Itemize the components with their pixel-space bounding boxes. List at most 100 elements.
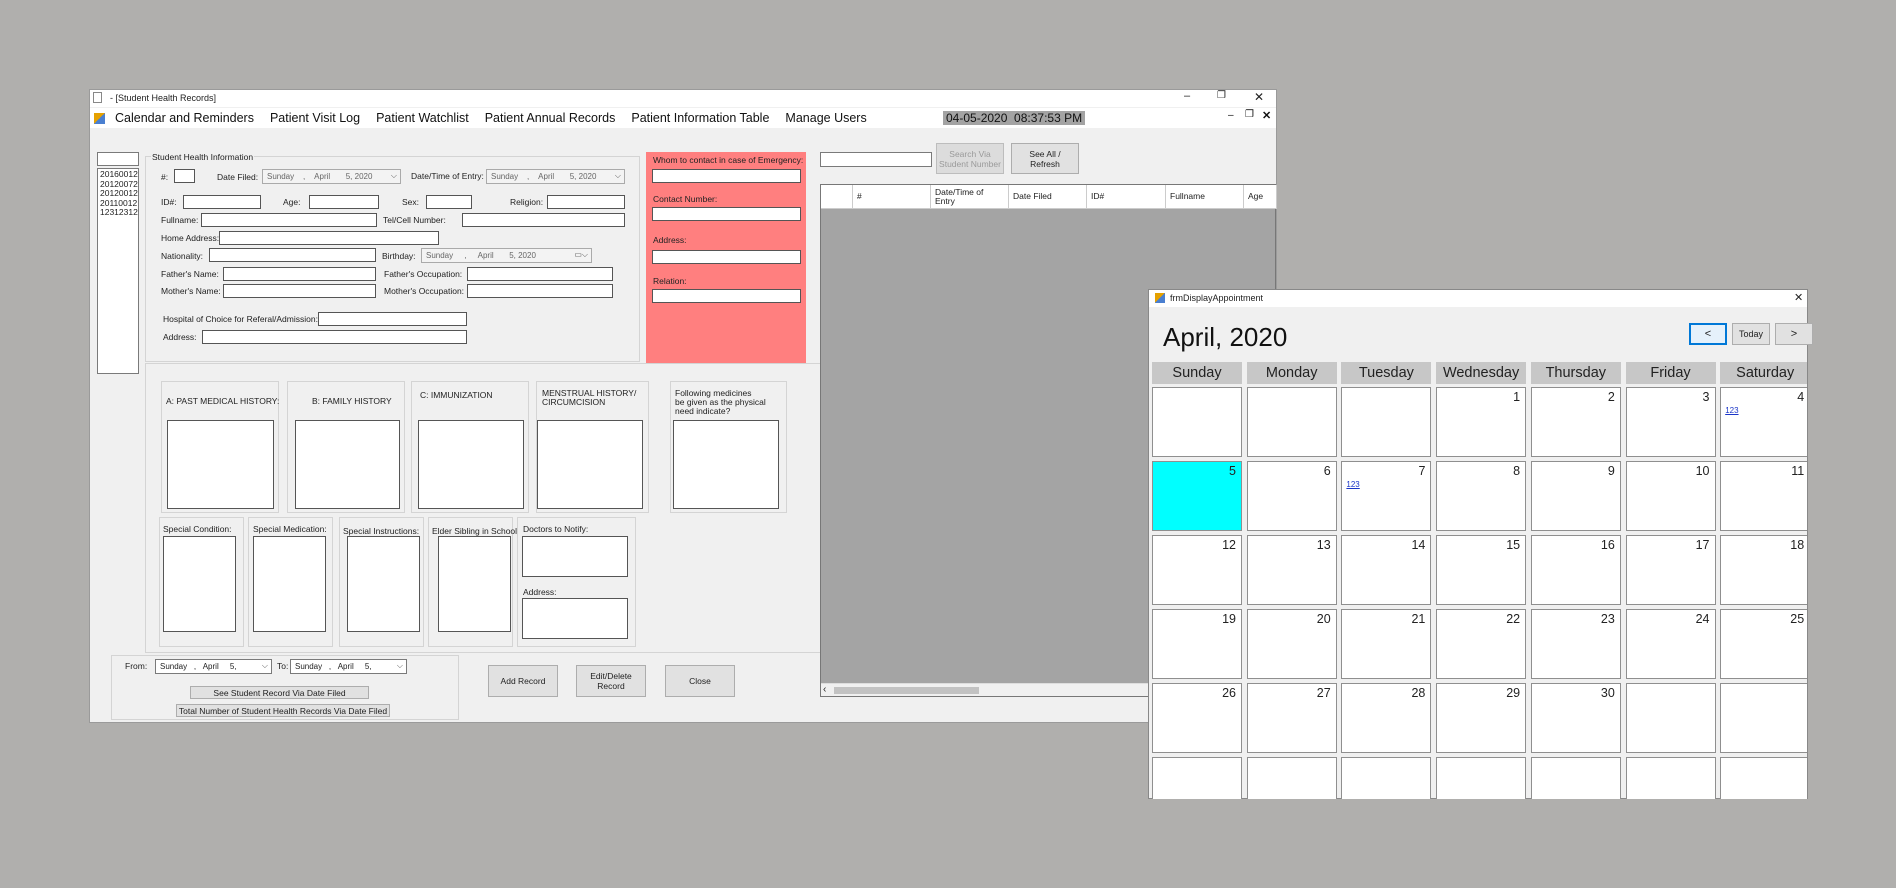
birthday-picker[interactable]: Sunday , April 5, 2020 ▭⌵ bbox=[421, 248, 592, 263]
mdi-restore-icon[interactable]: ❐ bbox=[1245, 109, 1254, 120]
column-header[interactable]: Age bbox=[1244, 185, 1277, 208]
entry-date-picker[interactable]: Sunday , April 5, 2020 ⌵ bbox=[486, 169, 625, 184]
hospital-address-field[interactable] bbox=[202, 330, 467, 344]
calendar-day-cell[interactable]: 14 bbox=[1341, 535, 1432, 605]
column-header[interactable]: Date Filed bbox=[1009, 185, 1087, 208]
calendar-day-cell[interactable]: 1 bbox=[1436, 387, 1527, 457]
appointment-link[interactable]: 123 bbox=[1346, 480, 1359, 489]
calendar-day-cell[interactable]: 11 bbox=[1720, 461, 1807, 531]
calendar-day-cell[interactable] bbox=[1341, 757, 1432, 799]
past-medical-field[interactable] bbox=[167, 420, 274, 509]
family-history-field[interactable] bbox=[295, 420, 400, 509]
calendar-day-cell[interactable]: 18 bbox=[1720, 535, 1807, 605]
menu-item-visit-log[interactable]: Patient Visit Log bbox=[270, 111, 360, 125]
column-header[interactable]: Fullname bbox=[1166, 185, 1244, 208]
calendar-day-cell[interactable]: 28 bbox=[1341, 683, 1432, 753]
calendar-day-cell[interactable]: 8 bbox=[1436, 461, 1527, 531]
calendar-day-cell[interactable]: 16 bbox=[1530, 535, 1621, 605]
to-date-picker[interactable]: Sunday , April 5, ⌵ bbox=[290, 659, 407, 674]
calendar-day-cell[interactable]: 15 bbox=[1436, 535, 1527, 605]
home-address-field[interactable] bbox=[219, 231, 439, 245]
scrollbar-thumb[interactable] bbox=[834, 687, 979, 694]
mother-occupation-field[interactable] bbox=[467, 284, 613, 298]
medicines-field[interactable] bbox=[673, 420, 779, 509]
calendar-day-cell[interactable]: 19 bbox=[1152, 609, 1242, 679]
calendar-day-cell[interactable] bbox=[1720, 757, 1807, 799]
calendar-day-cell[interactable] bbox=[1720, 683, 1807, 753]
immunization-field[interactable] bbox=[418, 420, 524, 509]
total-records-button[interactable]: Total Number of Student Health Records V… bbox=[176, 704, 390, 717]
calendar-day-cell[interactable]: 3 bbox=[1625, 387, 1716, 457]
father-occupation-field[interactable] bbox=[467, 267, 613, 281]
age-field[interactable] bbox=[309, 195, 379, 209]
special-condition-field[interactable] bbox=[163, 536, 236, 632]
calendar-day-cell[interactable]: 13 bbox=[1246, 535, 1337, 605]
calendar-day-cell[interactable]: 22 bbox=[1436, 609, 1527, 679]
calendar-day-cell[interactable] bbox=[1625, 757, 1716, 799]
calendar-day-cell[interactable]: 27 bbox=[1246, 683, 1337, 753]
id-field[interactable] bbox=[183, 195, 261, 209]
calendar-day-cell[interactable] bbox=[1246, 387, 1337, 457]
prev-month-button[interactable]: < bbox=[1689, 323, 1727, 345]
search-via-student-number-button[interactable]: Search Via Student Number bbox=[936, 143, 1004, 174]
emergency-contact-field[interactable] bbox=[652, 169, 801, 183]
calendar-day-cell[interactable]: 17 bbox=[1625, 535, 1716, 605]
mdi-close-icon[interactable]: ✕ bbox=[1262, 109, 1271, 122]
menu-item-watchlist[interactable]: Patient Watchlist bbox=[376, 111, 469, 125]
close-icon[interactable]: ✕ bbox=[1794, 291, 1803, 304]
sex-field[interactable] bbox=[426, 195, 472, 209]
restore-icon[interactable]: ❐ bbox=[1217, 90, 1226, 101]
relation-field[interactable] bbox=[652, 289, 801, 303]
close-icon[interactable]: ✕ bbox=[1254, 90, 1264, 104]
calendar-day-cell[interactable] bbox=[1152, 387, 1242, 457]
calendar-day-cell[interactable]: 30 bbox=[1530, 683, 1621, 753]
appointment-link[interactable]: 123 bbox=[1725, 406, 1738, 415]
calendar-day-cell[interactable]: 5 bbox=[1152, 461, 1242, 531]
scroll-left-icon[interactable]: ‹ bbox=[823, 684, 826, 695]
calendar-day-cell[interactable] bbox=[1530, 757, 1621, 799]
date-filed-picker[interactable]: Sunday , April 5, 2020 ⌵ bbox=[262, 169, 401, 184]
calendar-day-cell[interactable]: 20 bbox=[1246, 609, 1337, 679]
menu-item-manage-users[interactable]: Manage Users bbox=[785, 111, 866, 125]
religion-field[interactable] bbox=[547, 195, 625, 209]
calendar-day-cell[interactable]: 12 bbox=[1152, 535, 1242, 605]
calendar-day-cell[interactable] bbox=[1152, 757, 1242, 799]
nationality-field[interactable] bbox=[209, 248, 376, 262]
mdi-minimize-icon[interactable]: – bbox=[1228, 110, 1234, 121]
see-via-date-button[interactable]: See Student Record Via Date Filed bbox=[190, 686, 369, 699]
doctors-field[interactable] bbox=[522, 536, 628, 577]
calendar-day-cell[interactable]: 26 bbox=[1152, 683, 1242, 753]
student-number-search-input[interactable] bbox=[820, 152, 932, 167]
calendar-day-cell[interactable] bbox=[1341, 387, 1432, 457]
close-button[interactable]: Close bbox=[665, 665, 735, 697]
calendar-day-cell[interactable]: 7 123 bbox=[1341, 461, 1432, 531]
menstrual-field[interactable] bbox=[537, 420, 643, 509]
calendar-day-cell[interactable] bbox=[1436, 757, 1527, 799]
menu-item-info-table[interactable]: Patient Information Table bbox=[631, 111, 769, 125]
today-button[interactable]: Today bbox=[1732, 323, 1770, 345]
calendar-day-cell[interactable]: 2 bbox=[1530, 387, 1621, 457]
calendar-day-cell[interactable]: 9 bbox=[1530, 461, 1621, 531]
calendar-day-cell[interactable]: 25 bbox=[1720, 609, 1807, 679]
special-medication-field[interactable] bbox=[253, 536, 326, 632]
hospital-field[interactable] bbox=[318, 312, 467, 326]
column-header[interactable]: Date/Time of Entry bbox=[931, 185, 1009, 208]
calendar-day-cell[interactable] bbox=[1246, 757, 1337, 799]
calendar-day-cell[interactable]: 29 bbox=[1436, 683, 1527, 753]
contact-number-field[interactable] bbox=[652, 207, 801, 221]
doctors-address-field[interactable] bbox=[522, 598, 628, 639]
calendar-day-cell[interactable]: 24 bbox=[1625, 609, 1716, 679]
add-record-button[interactable]: Add Record bbox=[488, 665, 558, 697]
tel-field[interactable] bbox=[462, 213, 625, 227]
father-name-field[interactable] bbox=[223, 267, 376, 281]
id-listbox[interactable]: 20160012: 20120072: 20120012: 20110012: … bbox=[97, 168, 139, 374]
elder-sibling-field[interactable] bbox=[438, 536, 511, 632]
special-instructions-field[interactable] bbox=[347, 536, 420, 632]
column-header[interactable]: ID# bbox=[1087, 185, 1166, 208]
calendar-day-cell[interactable]: 10 bbox=[1625, 461, 1716, 531]
menu-item-calendar[interactable]: Calendar and Reminders bbox=[115, 111, 254, 125]
next-month-button[interactable]: > bbox=[1775, 323, 1813, 345]
fullname-field[interactable] bbox=[201, 213, 377, 227]
minimize-icon[interactable]: – bbox=[1184, 90, 1190, 102]
calendar-day-cell[interactable]: 6 bbox=[1246, 461, 1337, 531]
